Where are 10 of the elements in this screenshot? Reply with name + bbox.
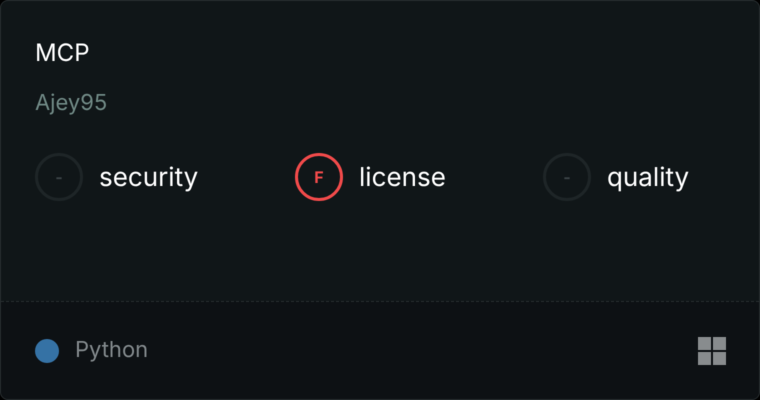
grade-badge: -	[35, 153, 83, 201]
score-label: security	[99, 160, 198, 194]
score-label: license	[359, 160, 446, 194]
grade-badge: F	[295, 153, 343, 201]
windows-icon	[698, 336, 726, 364]
card-title: MCP	[35, 37, 91, 69]
language-label: Python	[75, 336, 148, 365]
grade-badge: -	[543, 153, 591, 201]
score-label: quality	[607, 160, 690, 194]
author-name: Ajey95	[35, 89, 108, 118]
